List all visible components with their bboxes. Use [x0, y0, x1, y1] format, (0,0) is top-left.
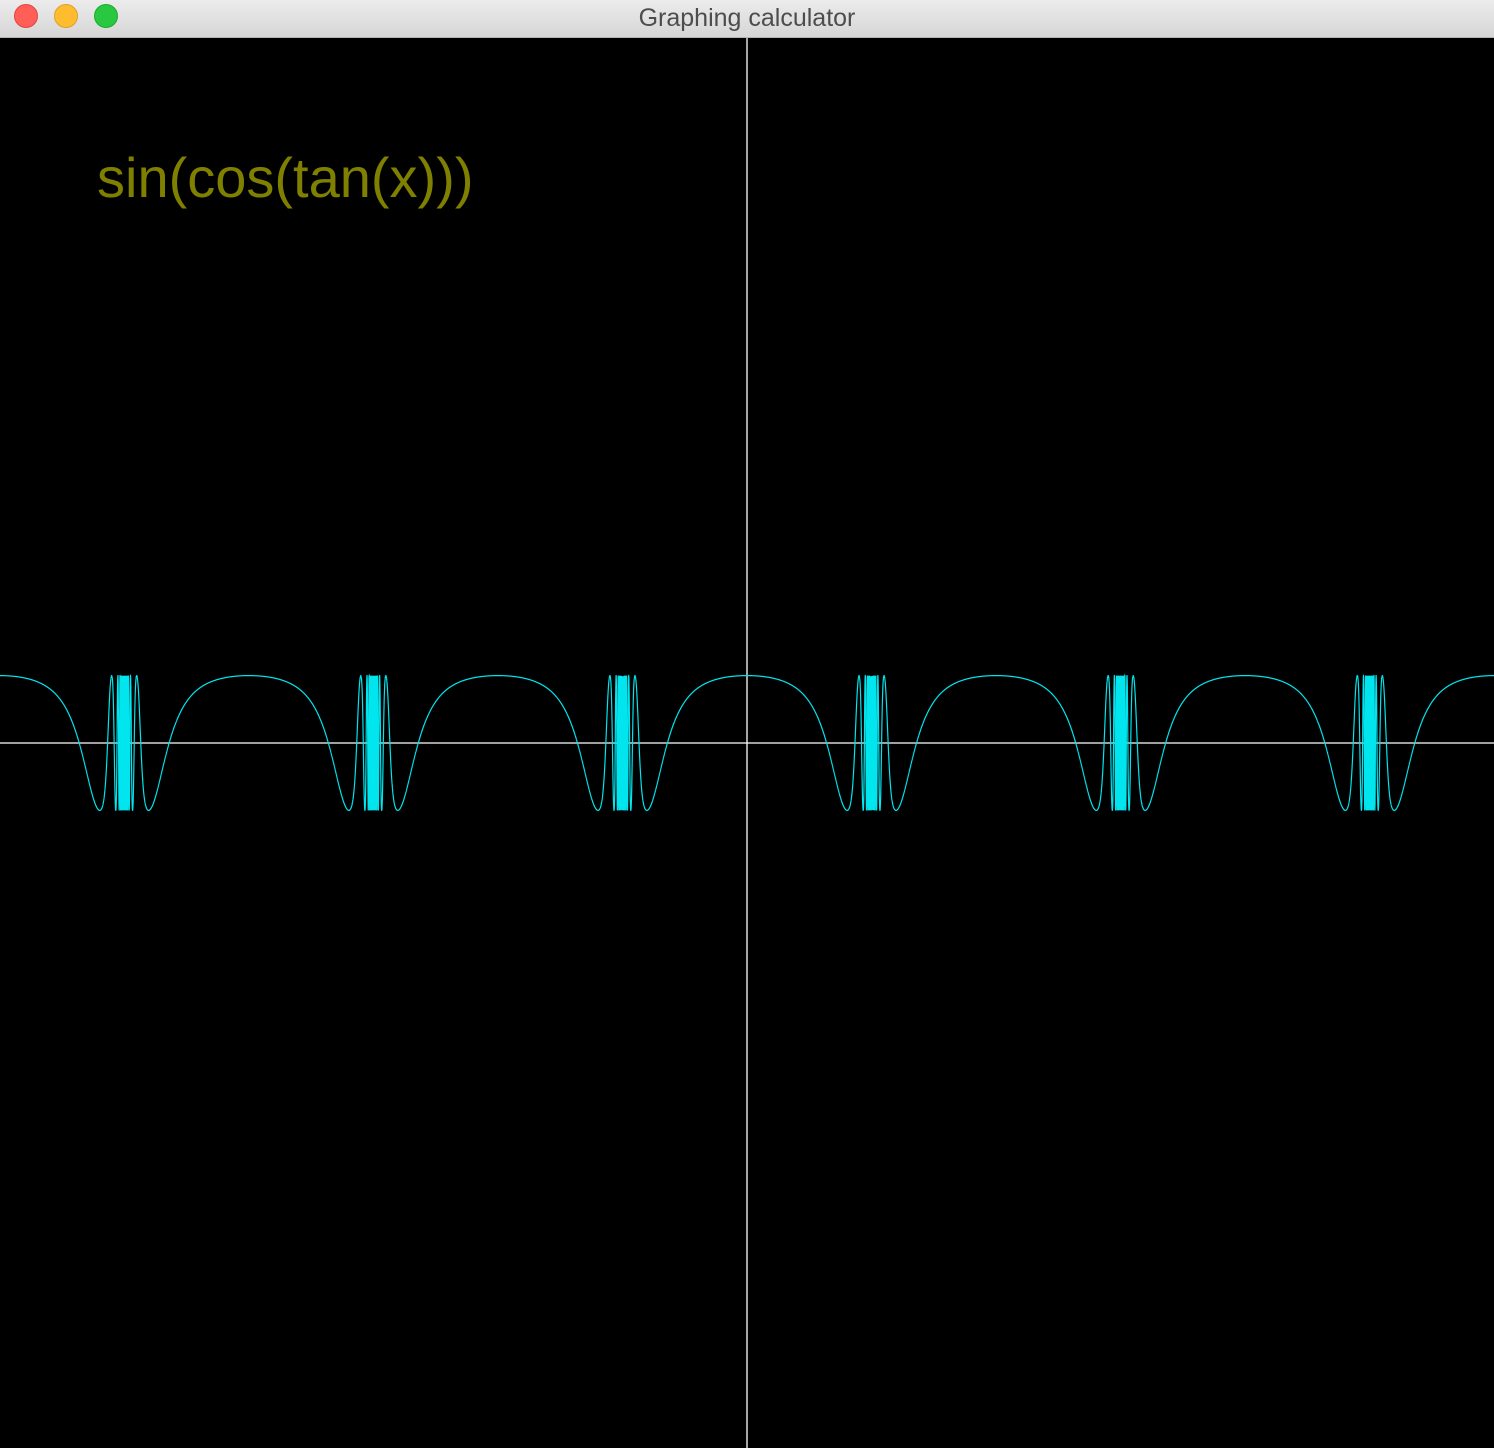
graph-canvas[interactable]: sin(cos(tan(x))) — [0, 38, 1494, 1448]
app-window: Graphing calculator sin(cos(tan(x))) — [0, 0, 1494, 1448]
expression-label: sin(cos(tan(x))) — [97, 146, 474, 209]
graph-plot — [0, 38, 1494, 1448]
title-bar[interactable]: Graphing calculator — [0, 0, 1494, 38]
window-title: Graphing calculator — [638, 4, 856, 32]
